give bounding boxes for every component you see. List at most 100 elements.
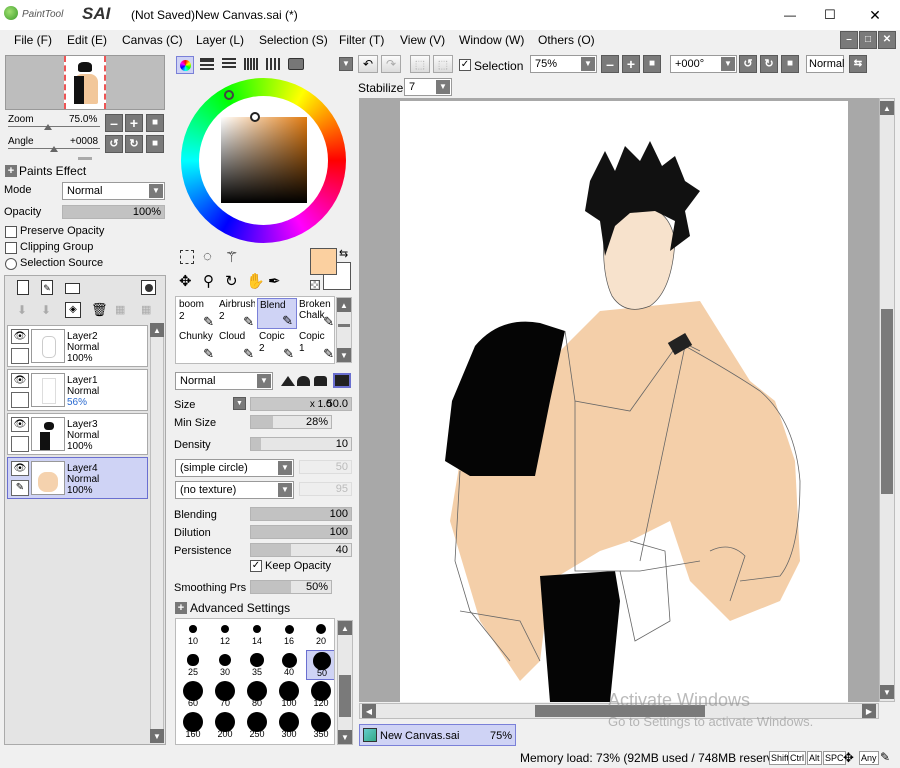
density-slider[interactable]: 10 <box>250 437 352 451</box>
menu-canvas[interactable]: Canvas (C) <box>122 33 183 47</box>
selection-source-radio[interactable] <box>5 258 17 270</box>
layer-lock-box[interactable] <box>11 348 29 364</box>
brush-shape-3-icon[interactable] <box>314 376 327 386</box>
canvas-scroll-down-icon[interactable]: ▼ <box>880 685 894 699</box>
brush-tool-broken-chalk[interactable]: Broken Chalk ✎ <box>297 298 337 329</box>
brush-size-cell[interactable]: 25 <box>178 650 208 680</box>
paints-effect-icon[interactable]: + <box>5 165 17 177</box>
preserve-opacity-checkbox[interactable] <box>5 226 17 238</box>
layer-row[interactable]: 👁 ✎ Layer4 Normal 100% <box>7 457 148 499</box>
layer-scrollbar[interactable]: ▲ ▼ <box>150 323 164 743</box>
zoom-slider-handle[interactable] <box>44 124 52 130</box>
canvas-view-mode[interactable]: Normal <box>806 55 844 73</box>
brush-size-cell[interactable]: 40 <box>274 650 304 680</box>
dilution-slider[interactable]: 100 <box>250 525 352 539</box>
advanced-settings-label[interactable]: Advanced Settings <box>190 601 290 615</box>
zoom-tool-icon[interactable]: ⚲ <box>203 272 214 290</box>
zoom-slider-track[interactable] <box>8 126 100 127</box>
brush-tool-airbrush[interactable]: Airbrush 2 ✎ <box>217 298 257 329</box>
invert-selection-icon[interactable]: ⬚ <box>433 55 453 73</box>
layer-row[interactable]: 👁 Layer2 Normal 100% <box>7 325 148 367</box>
brush-size-cell[interactable]: 60 <box>178 681 208 711</box>
panel-restore-button[interactable]: □ <box>859 31 877 49</box>
brush-shape-select[interactable]: (simple circle) ▼ <box>175 459 294 477</box>
zoom-in-icon[interactable]: + <box>125 114 143 132</box>
menu-window[interactable]: Window (W) <box>459 33 524 47</box>
tool-scrollbar[interactable]: ▲ ▼ <box>336 297 352 363</box>
canvas-zoom-reset-icon[interactable]: ■ <box>643 55 661 73</box>
color-wheel-mode-icon[interactable] <box>176 56 194 74</box>
layer-mask-icon[interactable] <box>141 280 156 295</box>
primary-color-swatch[interactable] <box>310 248 337 275</box>
brush-size-scrollbar[interactable]: ▲ ▼ <box>337 620 353 745</box>
min-size-slider[interactable]: 28% <box>250 415 332 429</box>
toolbar-menu-icon[interactable]: ▼ <box>339 57 353 71</box>
layer-row[interactable]: 👁 Layer3 Normal 100% <box>7 413 148 455</box>
brush-size-cell[interactable]: 10 <box>178 619 208 649</box>
menu-filter[interactable]: Filter (T) <box>339 33 384 47</box>
canvas-rotate-right-icon[interactable]: ↻ <box>760 55 778 73</box>
brush-size-cell[interactable]: 20 <box>306 619 334 649</box>
new-layer-icon[interactable] <box>17 280 29 295</box>
persistence-slider[interactable]: 40 <box>250 543 352 557</box>
brush-size-cell[interactable]: 200 <box>210 712 240 742</box>
new-linework-icon[interactable]: ✎ <box>41 280 53 295</box>
layer-lock-box[interactable] <box>11 436 29 452</box>
clear-layer-icon[interactable]: ◈ <box>65 302 81 318</box>
swap-colors-icon[interactable]: ⇆ <box>339 247 348 260</box>
navigator-preview[interactable] <box>5 55 165 110</box>
brush-blend-select[interactable]: Normal ▼ <box>175 372 273 390</box>
canvas-vscroll-thumb[interactable] <box>881 309 893 494</box>
layer-mode-select[interactable]: Normal ▼ <box>62 182 165 200</box>
brush-tool-copic[interactable]: Copic 1 ✎ <box>297 330 337 361</box>
sizes-scroll-up-icon[interactable]: ▲ <box>338 621 352 635</box>
scratchpad-icon[interactable] <box>288 58 304 70</box>
transparent-color-icon[interactable] <box>310 280 320 290</box>
brush-size-cell[interactable]: 300 <box>274 712 304 742</box>
brush-size-cell[interactable]: 12 <box>210 619 240 649</box>
size-multiplier-dropdown-icon[interactable]: ▼ <box>233 397 246 410</box>
canvas-rotate-reset-icon[interactable]: ■ <box>781 55 799 73</box>
brush-size-cell[interactable]: 250 <box>242 712 272 742</box>
eyedropper-icon[interactable]: ✒ <box>268 272 281 290</box>
canvas-paper[interactable] <box>400 101 848 702</box>
brush-shape-2-icon[interactable] <box>297 376 310 386</box>
visibility-eye-icon[interactable]: 👁 <box>11 329 29 344</box>
hsv-slider-icon[interactable] <box>222 58 236 70</box>
tool-scroll-down-icon[interactable]: ▼ <box>337 348 351 362</box>
magic-wand-icon[interactable]: ⚚ <box>225 248 238 266</box>
brush-size-cell[interactable]: 120 <box>306 681 334 711</box>
brush-size-cell[interactable]: 16 <box>274 619 304 649</box>
merge-visible-icon[interactable]: ▦ <box>115 303 129 317</box>
tool-scroll-up-icon[interactable]: ▲ <box>337 298 351 312</box>
hue-marker-icon[interactable] <box>224 90 234 100</box>
rotate-left-icon[interactable]: ↺ <box>105 135 123 153</box>
flip-horizontal-icon[interactable]: ⇆ <box>849 55 867 73</box>
smoothing-slider[interactable]: 50% <box>250 580 332 594</box>
layer-lock-box[interactable] <box>11 392 29 408</box>
canvas-zoom-out-icon[interactable]: – <box>601 55 619 73</box>
show-selection-checkbox[interactable]: ✓ <box>459 59 471 71</box>
brush-tool-boom[interactable]: boom 2 ✎ <box>177 298 217 329</box>
brush-texture-select[interactable]: (no texture) ▼ <box>175 481 294 499</box>
scroll-down-icon[interactable]: ▼ <box>150 729 164 743</box>
tool-scroll-thumb[interactable] <box>338 324 350 327</box>
menu-selection[interactable]: Selection (S) <box>259 33 328 47</box>
delete-layer-icon[interactable]: 🗑 <box>91 302 108 318</box>
brush-size-cell[interactable]: 14 <box>242 619 272 649</box>
brush-size-cell[interactable]: 160 <box>178 712 208 742</box>
advanced-settings-icon[interactable]: + <box>175 602 187 614</box>
menu-layer[interactable]: Layer (L) <box>196 33 244 47</box>
texture-strength-slider[interactable]: 95 <box>299 482 352 496</box>
brush-shape-4-icon[interactable] <box>333 373 351 388</box>
rotate-tool-icon[interactable]: ↻ <box>225 272 238 290</box>
canvas-scroll-left-icon[interactable]: ◀ <box>362 704 376 718</box>
scroll-up-icon[interactable]: ▲ <box>150 323 164 337</box>
close-button[interactable]: ✕ <box>852 0 898 30</box>
undo-icon[interactable]: ↶ <box>358 55 378 73</box>
brush-shape-1-icon[interactable] <box>281 376 295 386</box>
brush-tool-copic[interactable]: Copic 2 ✎ <box>257 330 297 361</box>
brush-tool-cloud[interactable]: Cloud ✎ <box>217 330 257 361</box>
stabilizer-select[interactable]: 7 ▼ <box>404 78 452 96</box>
paint-brush-icon[interactable]: ✎ <box>11 480 29 496</box>
